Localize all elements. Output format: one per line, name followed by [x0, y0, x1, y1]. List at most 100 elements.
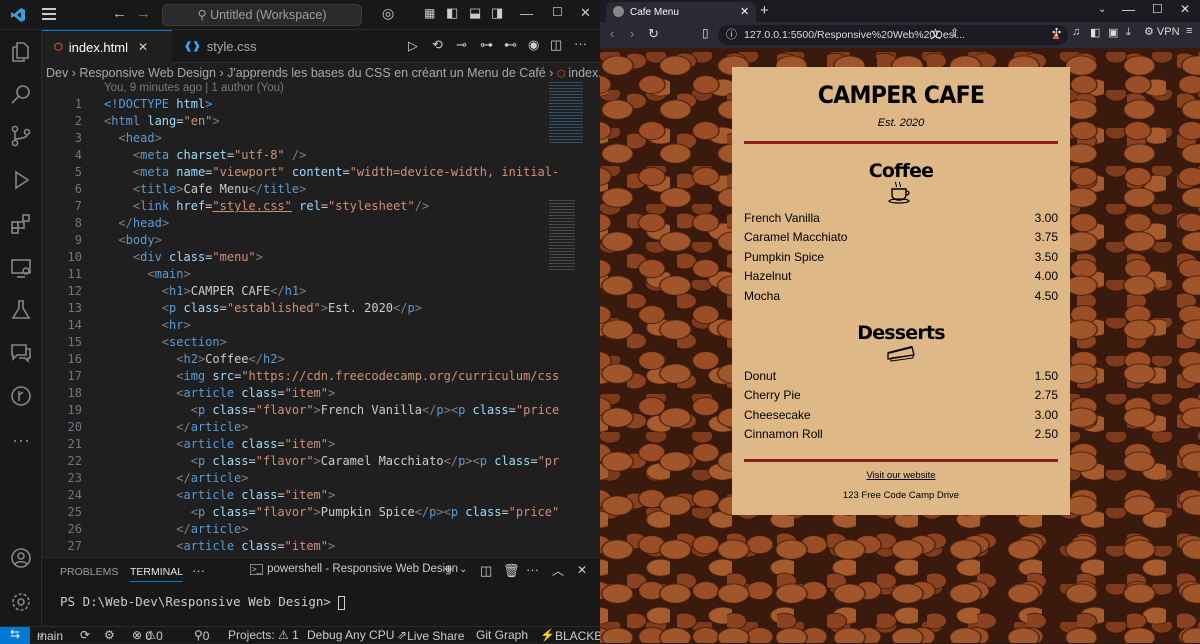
explorer-icon[interactable]: [0, 32, 42, 72]
more-icon[interactable]: ···: [0, 420, 42, 460]
forward-icon[interactable]: ›: [630, 26, 634, 41]
panel-more-icon[interactable]: ···: [526, 562, 539, 577]
code-line[interactable]: <article class="item">: [104, 539, 335, 553]
run-debug-icon[interactable]: [0, 160, 42, 200]
code-line[interactable]: <title>Cafe Menu</title>: [104, 182, 306, 196]
website-link[interactable]: Visit our website: [732, 470, 1070, 481]
code-line[interactable]: <!DOCTYPE html>: [104, 97, 212, 111]
problems-status[interactable]: ⊗ 0 ⚠ 0: [132, 628, 163, 643]
breadcrumb-item[interactable]: Dev: [46, 66, 68, 80]
toggle-sidebar-icon[interactable]: ◧: [446, 5, 458, 21]
wallet-icon[interactable]: ▣: [1108, 26, 1118, 39]
remote-indicator-icon[interactable]: ⇆: [0, 627, 30, 644]
share-icon[interactable]: ⇪: [950, 26, 959, 39]
source-control-icon[interactable]: [0, 116, 42, 156]
code-line[interactable]: <article class="item">: [104, 437, 335, 451]
code-line[interactable]: <main>: [104, 267, 190, 281]
sync-icon[interactable]: ⟳: [80, 628, 90, 642]
page-viewport[interactable]: CAMPER CAFE Est. 2020 Coffee French Vani…: [600, 48, 1200, 643]
git-graph-icon[interactable]: [0, 376, 42, 416]
code-lens-blame[interactable]: You, 9 minutes ago | 1 author (You): [104, 82, 284, 94]
sidebar-icon[interactable]: ◧: [1090, 26, 1100, 39]
git-lens-icon[interactable]: ◉: [528, 37, 539, 53]
reload-icon[interactable]: ↻: [648, 26, 659, 42]
timeline-icon[interactable]: ⟲: [432, 37, 443, 53]
chat-icon[interactable]: [0, 332, 42, 372]
browser-tab-cafe-menu[interactable]: Cafe Menu ✕: [606, 2, 756, 22]
breadcrumb-item[interactable]: Responsive Web Design: [79, 66, 216, 80]
command-center-search[interactable]: ⚲ Untitled (Workspace): [162, 4, 362, 26]
forward-arrow-icon[interactable]: →: [136, 5, 151, 22]
tab-close-icon[interactable]: ✕: [740, 5, 749, 18]
extensions-puzzle-icon[interactable]: ✣: [1052, 26, 1061, 39]
remote-explorer-icon[interactable]: [0, 248, 42, 288]
terminal-instance[interactable]: >_ powershell - Responsive Web Design: [250, 563, 458, 583]
toggle-panel-icon[interactable]: ⬓: [469, 5, 481, 21]
breadcrumb-item[interactable]: J'apprends les bases du CSS en créant un…: [227, 66, 546, 80]
split-editor-icon[interactable]: ◫: [550, 37, 562, 53]
search-sidebar-icon[interactable]: [0, 74, 42, 114]
code-line[interactable]: <meta name="viewport" content="width=dev…: [104, 165, 559, 179]
git-graph-status[interactable]: Git Graph: [476, 628, 528, 642]
new-terminal-icon[interactable]: +: [444, 561, 453, 578]
minimize-icon[interactable]: —: [520, 6, 533, 21]
terminal-output[interactable]: PS D:\Web-Dev\Responsive Web Design>: [60, 594, 346, 610]
close-icon[interactable]: ✕: [1180, 2, 1190, 16]
run-icon[interactable]: ▷: [408, 38, 418, 54]
code-line[interactable]: <meta charset="utf-8" />: [104, 148, 306, 162]
code-line[interactable]: <body>: [104, 233, 161, 247]
testing-flask-icon[interactable]: [0, 290, 42, 330]
back-icon[interactable]: ‹: [610, 26, 614, 41]
code-line[interactable]: <article class="item">: [104, 488, 335, 502]
code-line[interactable]: <head>: [104, 131, 161, 145]
code-line[interactable]: <article class="item">: [104, 386, 335, 400]
debug-config[interactable]: Debug Any CPU: [307, 628, 394, 642]
tab-terminal[interactable]: TERMINAL: [130, 566, 184, 582]
tab-style-css[interactable]: ❰❱ style.css: [172, 30, 282, 63]
minimize-icon[interactable]: —: [1122, 2, 1135, 17]
code-line[interactable]: <img src="https://cdn.freecodecamp.org/c…: [104, 369, 559, 383]
code-editor[interactable]: 1 2 3 4 5 6 7 8 9 10 11 12 13 14 15 16 1…: [42, 95, 587, 557]
blackbox-status[interactable]: ⚡ BLACKBO: [540, 628, 612, 643]
new-tab-icon[interactable]: +: [760, 2, 769, 19]
code-line[interactable]: <link href="style.css" rel="stylesheet"/…: [104, 199, 429, 213]
code-line[interactable]: <section>: [104, 335, 227, 349]
breadcrumb-item[interactable]: index.html: [568, 66, 600, 80]
code-line[interactable]: <p class="established">Est. 2020</p>: [104, 301, 422, 315]
vpn-button[interactable]: ⚙ VPN: [1144, 25, 1180, 38]
app-menu-icon[interactable]: ≡: [1186, 25, 1192, 37]
tab-index-html[interactable]: ⬡ index.html ✕: [42, 30, 172, 63]
chevron-down-icon[interactable]: ⌄: [459, 564, 467, 575]
ports-status[interactable]: ⚲ 0: [194, 628, 209, 643]
commit-icon[interactable]: ⊶: [480, 37, 493, 53]
extensions-icon[interactable]: [0, 204, 42, 244]
code-line[interactable]: <hr>: [104, 318, 191, 332]
back-arrow-icon[interactable]: ←: [112, 5, 127, 22]
copilot-icon[interactable]: ◎: [382, 5, 394, 22]
close-icon[interactable]: ✕: [580, 5, 591, 21]
editor-more-icon[interactable]: ···: [574, 36, 587, 51]
translate-icon[interactable]: 文: [930, 26, 941, 42]
tab-close-icon[interactable]: ✕: [138, 40, 148, 54]
close-panel-icon[interactable]: ✕: [577, 563, 587, 577]
hamburger-menu-icon[interactable]: [42, 8, 56, 22]
code-line[interactable]: </article>: [104, 471, 248, 485]
address-bar[interactable]: ⓘ 127.0.0.1:5500/Responsive%20Web%20Desi…: [718, 25, 1068, 45]
code-line[interactable]: <p class="flavor">French Vanilla</p><p c…: [104, 403, 560, 417]
tab-problems[interactable]: PROBLEMS: [60, 566, 118, 578]
code-line[interactable]: </head>: [104, 216, 169, 230]
code-line[interactable]: <div class="menu">: [104, 250, 263, 264]
code-line[interactable]: <p class="flavor">Caramel Macchiato</p><…: [104, 454, 560, 468]
maximize-panel-icon[interactable]: ︿: [552, 562, 564, 579]
next-change-icon[interactable]: ⊷: [504, 37, 517, 53]
code-line[interactable]: </article>: [104, 420, 248, 434]
code-line[interactable]: <p class="flavor">Pumpkin Spice</p><p cl…: [104, 505, 560, 519]
projects-status[interactable]: Projects: ⚠ 1: [228, 628, 299, 642]
trash-icon[interactable]: 🗑: [503, 563, 520, 579]
live-share-status[interactable]: ⇗ Live Share: [397, 628, 464, 643]
account-icon[interactable]: [0, 538, 42, 578]
code-line[interactable]: <html lang="en">: [104, 114, 220, 128]
minimap[interactable]: [545, 80, 587, 560]
go-back-change-icon[interactable]: ⊸: [456, 37, 467, 53]
code-line[interactable]: <h1>CAMPER CAFE</h1>: [104, 284, 307, 298]
